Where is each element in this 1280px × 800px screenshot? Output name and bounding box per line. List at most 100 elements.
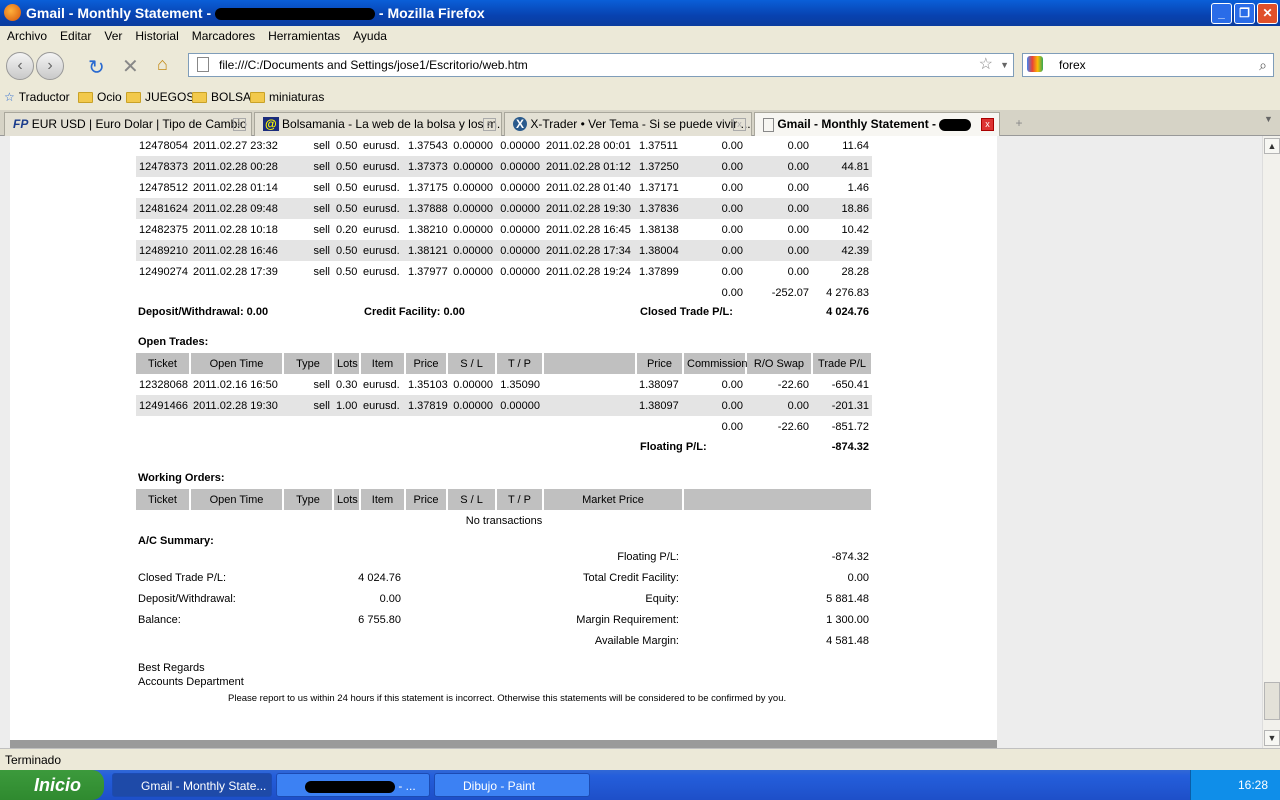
new-tab-button[interactable]: + bbox=[1006, 112, 1032, 134]
table-cell: 12491466 bbox=[136, 395, 190, 416]
total-cell: -252.07 bbox=[771, 286, 809, 299]
table-cell: sell bbox=[283, 395, 333, 416]
column-header: T / P bbox=[496, 353, 544, 374]
search-input[interactable]: forex ⌕ bbox=[1022, 53, 1274, 77]
table-cell: 0.00 bbox=[683, 198, 746, 219]
empty-cell bbox=[405, 416, 447, 437]
menu-historial[interactable]: Historial bbox=[135, 29, 178, 43]
home-icon[interactable]: ⌂ bbox=[157, 54, 168, 75]
column-header: S / L bbox=[447, 489, 497, 510]
header-row: Ticket Open Time Type Lots Item Price S / LT /… bbox=[136, 353, 873, 374]
menu-marcadores[interactable]: Marcadores bbox=[192, 29, 255, 43]
menu-archivo[interactable]: Archivo bbox=[7, 29, 47, 43]
bookmark-ocio[interactable]: Ocio bbox=[78, 84, 122, 110]
bookmarks-toolbar: ☆ Traductor Ocio JUEGOS BOLSA miniaturas bbox=[0, 84, 1280, 110]
bookmark-label: Ocio bbox=[97, 90, 122, 104]
table-cell: 1.37250 bbox=[636, 156, 683, 177]
table-cell: eurusd. bbox=[360, 198, 405, 219]
summary-value: 5 881.48 bbox=[826, 593, 869, 605]
empty-cell bbox=[190, 282, 283, 303]
close-tab-icon[interactable]: x bbox=[733, 118, 746, 131]
table-cell: 0.00000 bbox=[496, 240, 543, 261]
close-tab-icon[interactable]: x bbox=[981, 118, 994, 131]
column-header: Item bbox=[360, 489, 406, 510]
column-header: Item bbox=[360, 353, 406, 374]
working-orders-table: Ticket Open Time Type Lots Item Price S / LT /… bbox=[136, 489, 873, 531]
menu-editar[interactable]: Editar bbox=[60, 29, 91, 43]
table-cell: 0.00 bbox=[787, 223, 809, 236]
empty-cell bbox=[190, 416, 283, 437]
table-cell: 1.37819 bbox=[405, 395, 448, 416]
floating-pl-label: Floating P/L: bbox=[640, 441, 707, 453]
task-label: Dibujo - Paint bbox=[463, 779, 536, 793]
stop-icon[interactable]: ✕ bbox=[122, 54, 139, 79]
empty-cell bbox=[636, 282, 683, 303]
table-cell: 0.00000 bbox=[447, 198, 496, 219]
table-cell: sell bbox=[283, 156, 333, 177]
close-window-button[interactable]: ✕ bbox=[1257, 3, 1278, 24]
menu-ayuda[interactable]: Ayuda bbox=[353, 29, 387, 43]
url-dropdown-icon[interactable]: ▼ bbox=[1000, 54, 1009, 76]
table-cell: eurusd. bbox=[360, 395, 405, 416]
bookmark-star-icon[interactable]: ☆ bbox=[979, 54, 993, 76]
total-cell: 0.00 bbox=[721, 286, 743, 299]
empty-cell bbox=[496, 282, 543, 303]
tab-eur-usd[interactable]: FP EUR USD | Euro Dolar | Tipo de Cambio… bbox=[4, 112, 252, 136]
reload-icon[interactable]: ↻ bbox=[88, 55, 105, 80]
task-paint[interactable]: Dibujo - Paint bbox=[434, 773, 590, 797]
menu-ver[interactable]: Ver bbox=[104, 29, 122, 43]
restore-button[interactable]: ❐ bbox=[1234, 3, 1255, 24]
minimize-button[interactable]: _ bbox=[1211, 3, 1232, 24]
forward-button[interactable]: › bbox=[36, 52, 64, 80]
bookmark-juegos[interactable]: JUEGOS bbox=[126, 84, 194, 110]
scroll-thumb[interactable] bbox=[1264, 682, 1280, 720]
table-cell: 0.00000 bbox=[496, 395, 543, 416]
at-icon: @ bbox=[263, 117, 279, 131]
bookmark-traductor[interactable]: ☆ Traductor bbox=[4, 84, 70, 110]
empty-cell bbox=[136, 416, 190, 437]
table-cell: 1.38097 bbox=[639, 378, 679, 391]
vertical-scrollbar[interactable]: ▲ ▼ bbox=[1262, 136, 1280, 748]
fp-icon: FP bbox=[13, 117, 29, 131]
list-tabs-button[interactable]: ▼ bbox=[1264, 114, 1273, 124]
menu-herramientas[interactable]: Herramientas bbox=[268, 29, 340, 43]
bookmark-bolsa[interactable]: BOLSA bbox=[192, 84, 251, 110]
close-tab-icon[interactable]: x bbox=[483, 118, 496, 131]
table-cell: 0.00 bbox=[746, 240, 812, 261]
folder-icon bbox=[126, 91, 141, 103]
table-cell: 10.42 bbox=[841, 223, 869, 236]
summary-label: Deposit/Withdrawal: bbox=[138, 593, 236, 605]
tab-label: Gmail - Monthly Statement - bbox=[777, 117, 937, 131]
table-cell: 1.37511 bbox=[639, 139, 678, 152]
total-cell: -851.72 bbox=[831, 420, 869, 433]
scroll-up-button[interactable]: ▲ bbox=[1264, 138, 1280, 154]
table-cell: 1.38121 bbox=[405, 240, 448, 261]
table-cell: 1.37888 bbox=[405, 198, 448, 219]
url-bar[interactable]: file:///C:/Documents and Settings/jose1/… bbox=[188, 53, 1014, 77]
empty-cell bbox=[447, 416, 496, 437]
summary-value: 4 581.48 bbox=[826, 635, 869, 647]
start-button[interactable]: Inicio bbox=[0, 770, 104, 800]
tab-x-trader[interactable]: X X-Trader • Ver Tema - Si se puede vivi… bbox=[504, 112, 752, 136]
back-button[interactable]: ‹ bbox=[6, 52, 34, 80]
scroll-down-button[interactable]: ▼ bbox=[1264, 730, 1280, 746]
empty-cell bbox=[405, 282, 447, 303]
table-cell: 0.00000 bbox=[500, 181, 540, 194]
task-firefox[interactable]: Gmail - Monthly State... bbox=[112, 773, 272, 797]
google-icon[interactable] bbox=[1027, 56, 1043, 72]
close-tab-icon[interactable]: x bbox=[233, 118, 246, 131]
table-cell: sell bbox=[313, 223, 330, 236]
tab-bolsamania[interactable]: @ Bolsamania - La web de la bolsa y los … bbox=[254, 112, 502, 136]
tab-gmail-statement[interactable]: Gmail - Monthly Statement - x bbox=[754, 112, 1000, 137]
empty-row: No transactions bbox=[136, 510, 872, 531]
bookmark-miniaturas[interactable]: miniaturas bbox=[250, 84, 324, 110]
table-cell: 0.50 bbox=[333, 198, 360, 219]
table-cell: eurusd. bbox=[363, 265, 400, 278]
summary-value: 0.00 bbox=[847, 572, 869, 584]
table-cell: 0.00000 bbox=[453, 181, 493, 194]
table-cell: 2011.02.28 09:48 bbox=[190, 198, 283, 219]
task-redacted[interactable]: - ... bbox=[276, 773, 430, 797]
search-icon[interactable]: ⌕ bbox=[1259, 54, 1267, 76]
table-cell: 1.38097 bbox=[636, 395, 683, 416]
table-cell: -650.41 bbox=[831, 378, 869, 391]
